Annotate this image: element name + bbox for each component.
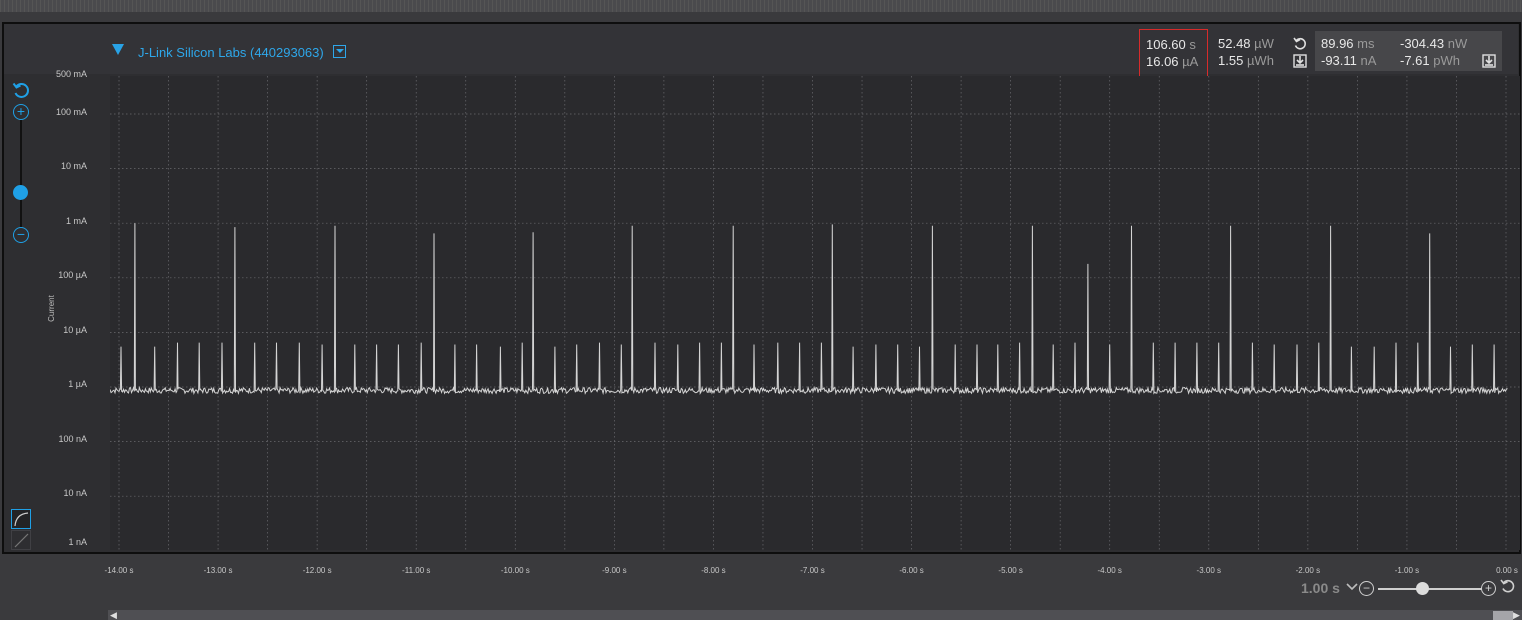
- y-tick-label: 1 µA: [68, 379, 87, 389]
- y-tick-label: 100 nA: [58, 434, 87, 444]
- timebase-zoom-out-icon[interactable]: −: [1359, 581, 1374, 596]
- timebase-slider-handle[interactable]: [1416, 582, 1429, 595]
- download-icon[interactable]: [1482, 54, 1496, 68]
- delta-current-unit: nA: [1360, 53, 1377, 68]
- delta-time-unit: ms: [1357, 36, 1375, 51]
- delta-time-stat: 89.96 ms: [1321, 35, 1375, 52]
- x-tick-label: -3.00 s: [1196, 566, 1222, 575]
- delta-power-stat: -304.43 nW: [1400, 35, 1467, 52]
- timebase-slider-track[interactable]: [1378, 588, 1482, 590]
- energy-profiler-window: J-Link Silicon Labs (440293063) 106.60 s…: [0, 0, 1522, 620]
- x-tick-label: -5.00 s: [998, 566, 1023, 575]
- reset-zoom-icon[interactable]: [12, 82, 30, 100]
- device-name[interactable]: J-Link Silicon Labs (440293063): [138, 45, 324, 60]
- timebase-zoom-in-icon[interactable]: +: [1481, 581, 1496, 596]
- x-tick-label: -12.00 s: [302, 566, 332, 575]
- energy-unit: µWh: [1246, 53, 1274, 68]
- download-icon[interactable]: [1293, 54, 1307, 68]
- x-tick-label: -9.00 s: [602, 566, 627, 575]
- y-tick-label: 100 mA: [55, 107, 87, 117]
- timebase-reset-icon[interactable]: [1500, 579, 1515, 598]
- y-tick-label: 1 nA: [68, 537, 87, 547]
- chevron-down-icon[interactable]: [1346, 580, 1358, 595]
- current-value: 16.06: [1146, 54, 1179, 69]
- x-tick-label: -13.00 s: [203, 566, 233, 575]
- power-stats: 52.48 µW 1.55 µWh: [1218, 35, 1274, 69]
- delta-power-value: -304.43: [1400, 36, 1445, 51]
- delta-energy-value: -7.61: [1400, 53, 1430, 68]
- x-tick-label: -10.00 s: [500, 566, 530, 575]
- current-chart[interactable]: [110, 76, 1520, 550]
- y-tick-label: 500 mA: [55, 69, 87, 79]
- x-tick-label: -2.00 s: [1295, 566, 1321, 575]
- x-tick-label: -7.00 s: [800, 566, 825, 575]
- timebase-value[interactable]: 1.00 s: [1301, 580, 1340, 596]
- x-tick-label: -6.00 s: [899, 566, 924, 575]
- zoom-out-icon[interactable]: −: [13, 227, 29, 243]
- y-tick-label: 100 µA: [58, 270, 87, 280]
- delta-current-value: -93.11: [1321, 53, 1357, 68]
- x-tick-label: -11.00 s: [402, 566, 431, 575]
- energy-value: 1.55: [1218, 53, 1244, 68]
- delta-current-stat: -93.11 nA: [1321, 52, 1376, 69]
- x-tick-label: -1.00 s: [1394, 566, 1420, 575]
- reset-icon[interactable]: [1293, 37, 1307, 51]
- y-tick-label: 10 mA: [60, 161, 87, 171]
- time-value: 106.60: [1146, 37, 1186, 52]
- y-tick-label: 1 mA: [65, 216, 87, 226]
- top-ruler-strip: [0, 0, 1522, 12]
- x-tick-label: 0.00 s: [1496, 566, 1518, 575]
- horizontal-scrollbar[interactable]: [108, 610, 1522, 620]
- scrollbar-thumb[interactable]: [1493, 611, 1513, 620]
- triangle-down-icon[interactable]: [112, 44, 124, 55]
- y-axis-title: Current: [46, 295, 56, 322]
- x-tick-label: -14.00 s: [104, 566, 134, 575]
- power-value: 52.48: [1218, 36, 1251, 51]
- cursor-stats-box: 106.60 s 16.06 µA: [1139, 29, 1208, 81]
- current-plot-area[interactable]: [110, 76, 1520, 550]
- delta-energy-stat: -7.61 pWh: [1400, 52, 1460, 69]
- y-tick-label: 10 µA: [63, 325, 87, 335]
- power-unit: µW: [1254, 36, 1274, 51]
- x-tick-label: -8.00 s: [701, 566, 726, 575]
- curve-icon[interactable]: [11, 509, 31, 529]
- zoom-slider-handle[interactable]: [13, 185, 28, 200]
- scroll-left-icon[interactable]: ◀: [110, 610, 117, 620]
- delta-time-value: 89.96: [1321, 36, 1354, 51]
- x-tick-label: -4.00 s: [1097, 566, 1122, 575]
- y-tick-label: 10 nA: [63, 488, 87, 498]
- current-unit: µA: [1182, 54, 1199, 69]
- time-unit: s: [1189, 37, 1196, 52]
- zoom-slider-track[interactable]: [20, 120, 22, 228]
- current-trace-line: [110, 223, 1508, 396]
- delta-energy-unit: pWh: [1433, 53, 1460, 68]
- delta-power-unit: nW: [1447, 36, 1468, 51]
- dropdown-icon[interactable]: [333, 45, 346, 58]
- scroll-right-icon[interactable]: ▶: [1513, 610, 1520, 620]
